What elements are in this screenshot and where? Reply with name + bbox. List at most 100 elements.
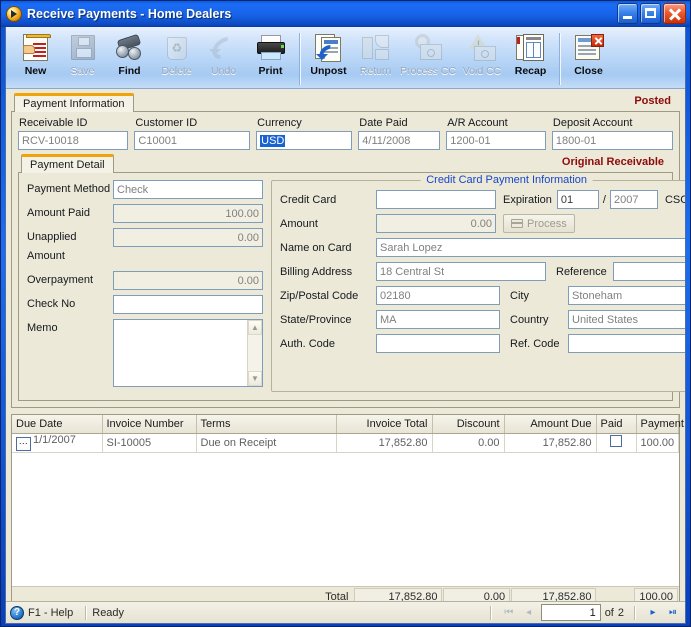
auth-code-input[interactable] — [376, 334, 500, 353]
invoice-grid[interactable]: Due Date Invoice Number Terms Invoice To… — [11, 414, 684, 607]
deposit-account-input[interactable]: 1800-01 — [551, 131, 673, 150]
process-button[interactable]: Process — [503, 214, 575, 233]
toolbar-close-button[interactable]: Close — [565, 31, 612, 87]
expiration-separator: / — [602, 193, 606, 206]
toolbar-save-button[interactable]: Save — [59, 31, 106, 87]
billing-address-input[interactable]: 18 Central St — [376, 262, 546, 281]
state-input[interactable]: MA — [376, 310, 500, 329]
total-pages: 2 — [617, 606, 624, 619]
toolbar-return-button[interactable]: Return — [352, 31, 399, 87]
chevron-down-icon[interactable]: ▼ — [248, 371, 262, 386]
reference-input[interactable] — [612, 262, 685, 281]
cell-invoice-number[interactable]: SI-10005 — [102, 433, 197, 453]
amount-paid-input[interactable]: 100.00 — [113, 204, 263, 223]
of-label: of — [604, 606, 614, 619]
row-unapplied-amount: Unapplied Amount 0.00 — [27, 228, 263, 266]
unapplied-amount-label: Unapplied Amount — [27, 231, 77, 262]
tab-payment-detail[interactable]: Payment Detail — [21, 154, 114, 173]
zip-input[interactable]: 02180 — [376, 286, 500, 305]
maximize-button[interactable] — [640, 3, 661, 24]
date-paid-input[interactable]: 4/11/2008 — [358, 131, 441, 150]
customer-id-label: Customer ID — [135, 117, 198, 129]
customer-id-input[interactable]: C10001 — [134, 131, 251, 150]
cell-terms[interactable]: Due on Receipt — [196, 433, 337, 453]
credit-card-input[interactable] — [376, 190, 496, 209]
help-label: F1 - Help — [28, 606, 74, 619]
payment-information-panel: Posted Receivable ID RCV-10018 Customer … — [11, 95, 685, 408]
city-input[interactable]: Stoneham — [568, 286, 685, 305]
toolbar-process-cc-button[interactable]: Process CC — [399, 31, 457, 87]
memo-textarea[interactable]: ▲ ▼ — [113, 319, 263, 387]
grid-empty-area[interactable] — [12, 452, 679, 586]
expiration-year-input[interactable]: 2007 — [609, 190, 658, 209]
cell-invoice-total[interactable]: 17,852.80 — [336, 433, 433, 453]
paid-checkbox[interactable] — [610, 435, 622, 447]
toolbar-new-button[interactable]: New — [12, 31, 59, 87]
previous-record-icon[interactable]: ◂ — [521, 605, 537, 621]
table-row[interactable]: ⋯ 1/1/2007 SI-10005 Due on Receipt 17,852… — [12, 433, 679, 453]
gear-card-icon — [412, 33, 444, 63]
window-frame: Receive Payments - Home Dealers New Save… — [0, 0, 691, 627]
toolbar-save-label: Save — [70, 65, 95, 77]
process-button-label: Process — [527, 217, 567, 230]
cell-discount[interactable]: 0.00 — [432, 433, 505, 453]
column-header-payment[interactable]: Payment — [636, 415, 684, 434]
ar-account-input[interactable]: 1200-01 — [446, 131, 546, 150]
toolbar-process-cc-label: Process CC — [399, 65, 456, 77]
row-name-on-card: Name on Card Sarah Lopez — [280, 238, 685, 257]
chevron-up-icon[interactable]: ▲ — [248, 320, 262, 335]
undo-arrow-icon — [207, 32, 240, 64]
toolbar-recap-button[interactable]: Recap — [507, 31, 554, 87]
check-no-label: Check No — [27, 298, 76, 310]
close-button[interactable] — [663, 3, 686, 24]
toolbar-unpost-button[interactable]: Unpost — [305, 31, 352, 87]
column-header-discount[interactable]: Discount — [432, 415, 505, 434]
row-state: State/Province MA Country United States — [280, 310, 685, 329]
cc-amount-input[interactable]: 0.00 — [376, 214, 496, 233]
page-number-input[interactable]: 1 — [540, 604, 601, 621]
next-record-icon[interactable]: ▸ — [645, 605, 661, 621]
receivable-id-label: Receivable ID — [19, 117, 88, 129]
column-header-paid[interactable]: Paid — [596, 415, 637, 434]
name-on-card-input[interactable]: Sarah Lopez — [376, 238, 685, 257]
reference-label: Reference — [556, 265, 607, 278]
country-input[interactable]: United States — [568, 310, 685, 329]
first-record-icon[interactable]: ⏮ — [501, 605, 517, 621]
row-memo: Memo ▲ ▼ — [27, 319, 263, 387]
minimize-icon — [623, 16, 632, 19]
last-record-icon[interactable]: ⏯ — [665, 605, 681, 621]
currency-input[interactable]: USD — [256, 131, 353, 150]
recap-report-icon — [515, 33, 547, 63]
help-link[interactable]: ? F1 - Help — [10, 605, 79, 620]
toolbar-delete-button[interactable]: ♻ Delete — [153, 31, 200, 87]
cell-amount-due[interactable]: 17,852.80 — [504, 433, 597, 453]
unapplied-amount-input[interactable]: 0.00 — [113, 228, 263, 247]
payment-method-label: Payment Method — [27, 183, 111, 195]
minimize-button[interactable] — [617, 3, 638, 24]
toolbar-void-cc-button[interactable]: ! Void CC — [457, 31, 507, 87]
toolbar-print-button[interactable]: Print — [247, 31, 294, 87]
tab-payment-information[interactable]: Payment Information — [14, 93, 134, 112]
payment-information-section: Payment Information Posted Receivable ID… — [6, 89, 685, 408]
ellipsis-button-icon[interactable]: ⋯ — [16, 436, 31, 451]
status-bar: ? F1 - Help Ready ⏮ ◂ 1 of 2 ▸ ⏯ — [6, 601, 685, 623]
column-header-invoice-number[interactable]: Invoice Number — [102, 415, 197, 434]
column-header-terms[interactable]: Terms — [196, 415, 337, 434]
receivable-id-input[interactable]: RCV-10018 — [18, 131, 129, 150]
check-no-input[interactable] — [113, 295, 263, 314]
toolbar-find-button[interactable]: Find — [106, 31, 153, 87]
overpayment-input[interactable]: 0.00 — [113, 271, 263, 290]
column-header-due-date[interactable]: Due Date — [12, 415, 103, 434]
cell-payment[interactable]: 100.00 — [636, 433, 679, 453]
toolbar-new-label: New — [24, 65, 47, 77]
outer-tab-row: Payment Information — [11, 93, 680, 112]
cell-paid[interactable] — [596, 433, 637, 453]
column-header-invoice-total[interactable]: Invoice Total — [336, 415, 433, 434]
memo-scrollbar[interactable]: ▲ ▼ — [247, 320, 262, 386]
expiration-month-input[interactable]: 01 — [556, 190, 599, 209]
column-header-amount-due[interactable]: Amount Due — [504, 415, 597, 434]
toolbar-undo-button[interactable]: Undo — [200, 31, 247, 87]
cell-due-date[interactable]: ⋯ 1/1/2007 — [12, 433, 103, 453]
ref-code-input[interactable] — [568, 334, 685, 353]
payment-method-input[interactable]: Check — [113, 180, 263, 199]
